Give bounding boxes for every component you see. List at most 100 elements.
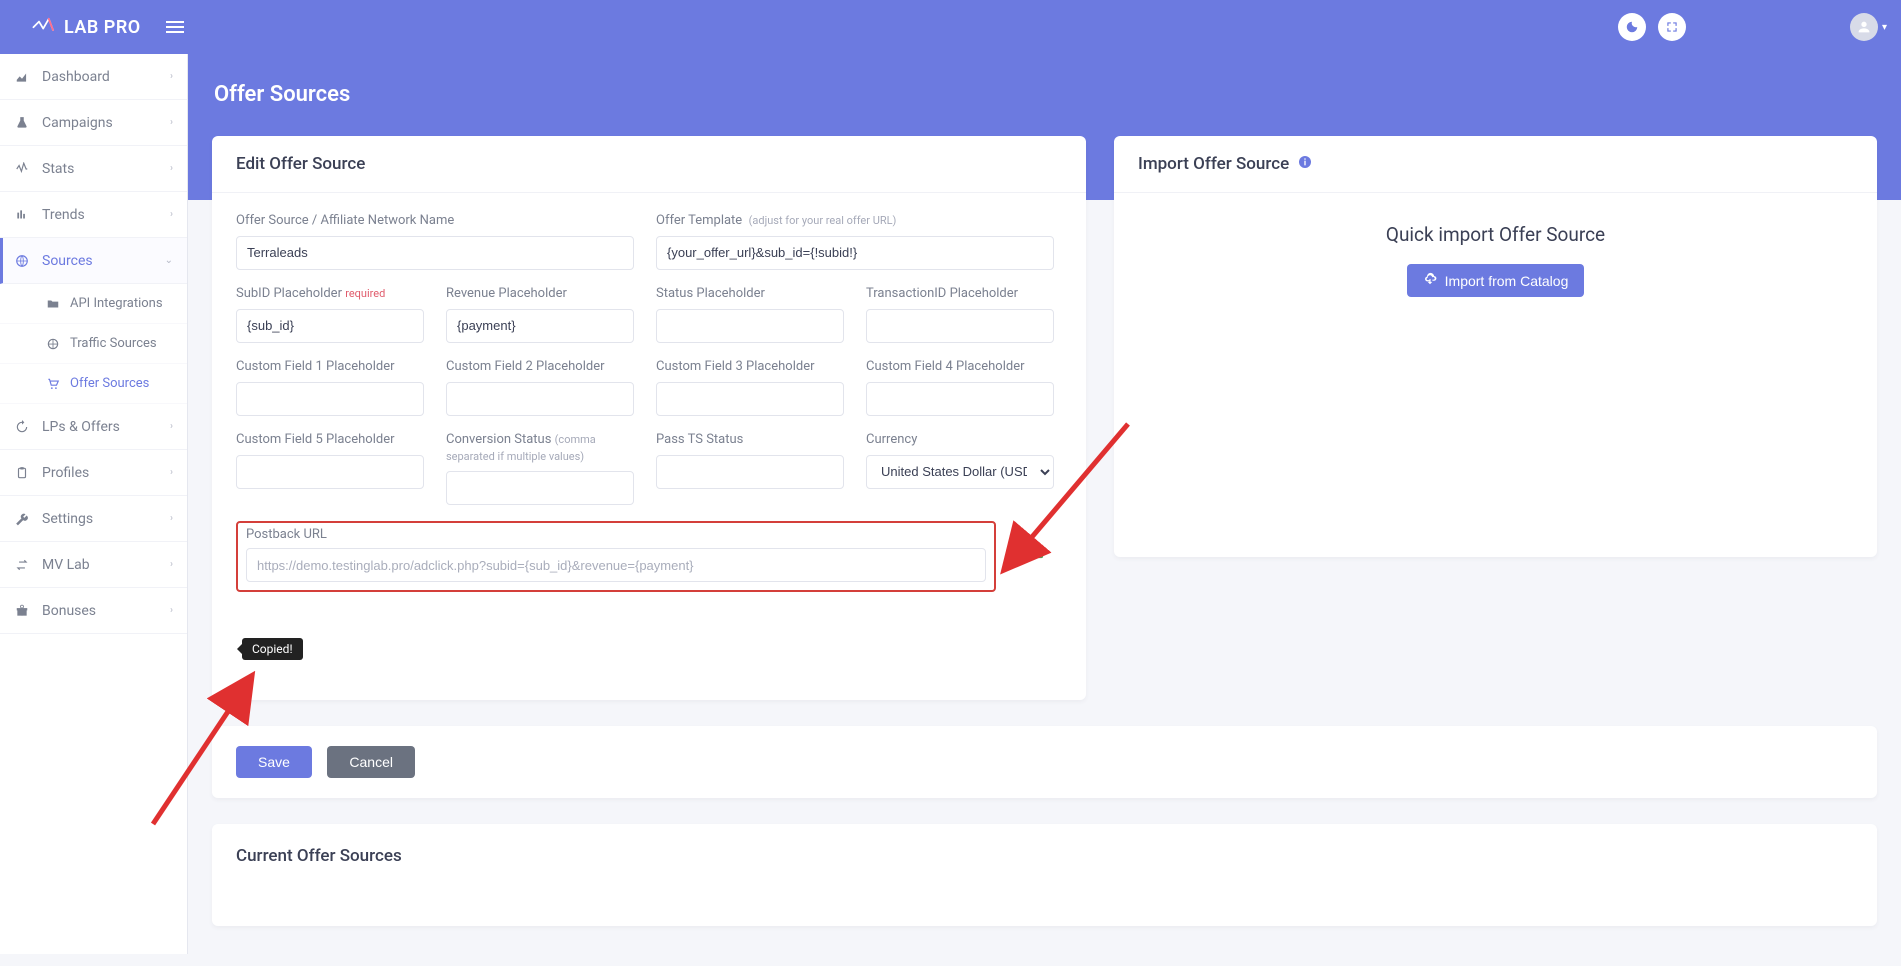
- sidebar-item-mvlab[interactable]: MV Lab ›: [0, 542, 187, 588]
- sidebar-item-dashboard[interactable]: Dashboard ›: [0, 54, 187, 100]
- chevron-right-icon: ›: [170, 513, 173, 524]
- passts-input[interactable]: [656, 455, 844, 489]
- current-offer-sources-card: Current Offer Sources: [212, 824, 1877, 926]
- txid-label: TransactionID Placeholder: [866, 286, 1054, 303]
- cf3-label: Custom Field 3 Placeholder: [656, 359, 844, 376]
- sidebar-item-label: Dashboard: [42, 69, 110, 85]
- sidebar-item-settings[interactable]: Settings ›: [0, 496, 187, 542]
- chevron-right-icon: ›: [170, 559, 173, 570]
- logo-wave-icon: [32, 16, 60, 38]
- chevron-right-icon: ›: [170, 421, 173, 432]
- edit-offer-source-card: Edit Offer Source Offer Source / Affilia…: [212, 136, 1086, 700]
- sidebar-sub-label: Traffic Sources: [70, 336, 157, 351]
- sidebar-item-lps-offers[interactable]: LPs & Offers ›: [0, 404, 187, 450]
- user-menu[interactable]: ▾: [1850, 13, 1887, 41]
- currency-label: Currency: [866, 432, 1054, 449]
- sidebar-item-label: Campaigns: [42, 115, 113, 131]
- chevron-right-icon: ›: [170, 209, 173, 220]
- sidebar-item-label: Stats: [42, 161, 74, 177]
- cf4-input[interactable]: [866, 382, 1054, 416]
- wrench-icon: [14, 512, 30, 526]
- app-logo: LAB PRO: [14, 16, 141, 38]
- card-title: Import Offer Source: [1114, 136, 1877, 193]
- clipboard-icon: [14, 466, 30, 480]
- copy-icon[interactable]: [1030, 545, 1045, 564]
- avatar-icon: [1850, 13, 1878, 41]
- activity-icon: [14, 162, 30, 176]
- sidebar-sub-api-integrations[interactable]: API Integrations: [0, 284, 187, 324]
- revenue-input[interactable]: [446, 309, 634, 343]
- chevron-right-icon: ›: [170, 117, 173, 128]
- template-input[interactable]: [656, 236, 1054, 270]
- sidebar-item-campaigns[interactable]: Campaigns ›: [0, 100, 187, 146]
- cf4-label: Custom Field 4 Placeholder: [866, 359, 1054, 376]
- hamburger-icon[interactable]: [163, 15, 187, 39]
- topbar-right: ▾: [1618, 13, 1887, 41]
- sidebar-sub-label: Offer Sources: [70, 376, 149, 391]
- sidebar-item-trends[interactable]: Trends ›: [0, 192, 187, 238]
- info-icon[interactable]: [1297, 154, 1313, 174]
- import-from-catalog-button[interactable]: Import from Catalog: [1407, 264, 1585, 297]
- name-input[interactable]: [236, 236, 634, 270]
- chevron-right-icon: ›: [170, 467, 173, 478]
- convstatus-label: Conversion Status (comma separated if mu…: [446, 432, 634, 466]
- cart-icon: [46, 377, 60, 391]
- logo-text: LAB PRO: [64, 17, 141, 38]
- sidebar: Dashboard › Campaigns › Stats › Trends ›…: [0, 54, 188, 954]
- sidebar-item-label: MV Lab: [42, 557, 90, 573]
- copied-tooltip: Copied!: [242, 638, 303, 660]
- cf2-label: Custom Field 2 Placeholder: [446, 359, 634, 376]
- cf3-input[interactable]: [656, 382, 844, 416]
- page-title: Offer Sources: [188, 54, 1901, 107]
- template-label: Offer Template (adjust for your real off…: [656, 213, 1054, 230]
- subid-input[interactable]: [236, 309, 424, 343]
- quick-import-title: Quick import Offer Source: [1134, 223, 1857, 246]
- fullscreen-toggle[interactable]: [1658, 13, 1686, 41]
- folder-icon: [46, 297, 60, 311]
- cf1-input[interactable]: [236, 382, 424, 416]
- name-label: Offer Source / Affiliate Network Name: [236, 213, 634, 230]
- sidebar-item-stats[interactable]: Stats ›: [0, 146, 187, 192]
- sidebar-item-bonuses[interactable]: Bonuses ›: [0, 588, 187, 634]
- chart-line-icon: [14, 70, 30, 84]
- sidebar-item-label: Trends: [42, 207, 85, 223]
- sidebar-item-label: Profiles: [42, 465, 89, 481]
- button-label: Import from Catalog: [1445, 273, 1569, 289]
- chevron-down-icon: ⌄: [165, 255, 173, 266]
- cf5-input[interactable]: [236, 455, 424, 489]
- sidebar-item-profiles[interactable]: Profiles ›: [0, 450, 187, 496]
- import-offer-source-card: Import Offer Source Quick import Offer S…: [1114, 136, 1877, 557]
- history-icon: [14, 420, 30, 434]
- cf5-label: Custom Field 5 Placeholder: [236, 432, 424, 449]
- sidebar-item-label: Bonuses: [42, 603, 96, 619]
- form-actions: Save Cancel: [212, 726, 1877, 798]
- topbar-left: LAB PRO: [14, 15, 187, 39]
- sidebar-sub-offer-sources[interactable]: Offer Sources: [0, 364, 187, 404]
- postback-input[interactable]: [246, 548, 986, 582]
- save-button[interactable]: Save: [236, 746, 312, 778]
- cancel-button[interactable]: Cancel: [327, 746, 415, 778]
- globe-icon: [14, 254, 30, 268]
- cf2-input[interactable]: [446, 382, 634, 416]
- topbar: LAB PRO ▾: [0, 0, 1901, 54]
- cloud-download-icon: [1423, 272, 1437, 289]
- gift-icon: [14, 604, 30, 618]
- flask-icon: [14, 116, 30, 130]
- txid-input[interactable]: [866, 309, 1054, 343]
- globe-icon: [46, 337, 60, 351]
- button-label: Cancel: [349, 754, 393, 770]
- convstatus-input[interactable]: [446, 471, 634, 505]
- sidebar-sub-traffic-sources[interactable]: Traffic Sources: [0, 324, 187, 364]
- status-input[interactable]: [656, 309, 844, 343]
- dark-mode-toggle[interactable]: [1618, 13, 1646, 41]
- postback-highlight: Postback URL: [236, 521, 996, 592]
- sidebar-item-label: Sources: [42, 253, 93, 269]
- sidebar-item-sources[interactable]: Sources ⌄: [0, 238, 187, 284]
- status-label: Status Placeholder: [656, 286, 844, 303]
- main-content: Edit Offer Source Offer Source / Affilia…: [188, 136, 1901, 966]
- sidebar-item-label: LPs & Offers: [42, 419, 120, 435]
- button-label: Save: [258, 754, 290, 770]
- sidebar-sub-label: API Integrations: [70, 296, 163, 311]
- currency-select[interactable]: United States Dollar (USD): [866, 455, 1054, 489]
- postback-label: Postback URL: [246, 527, 986, 544]
